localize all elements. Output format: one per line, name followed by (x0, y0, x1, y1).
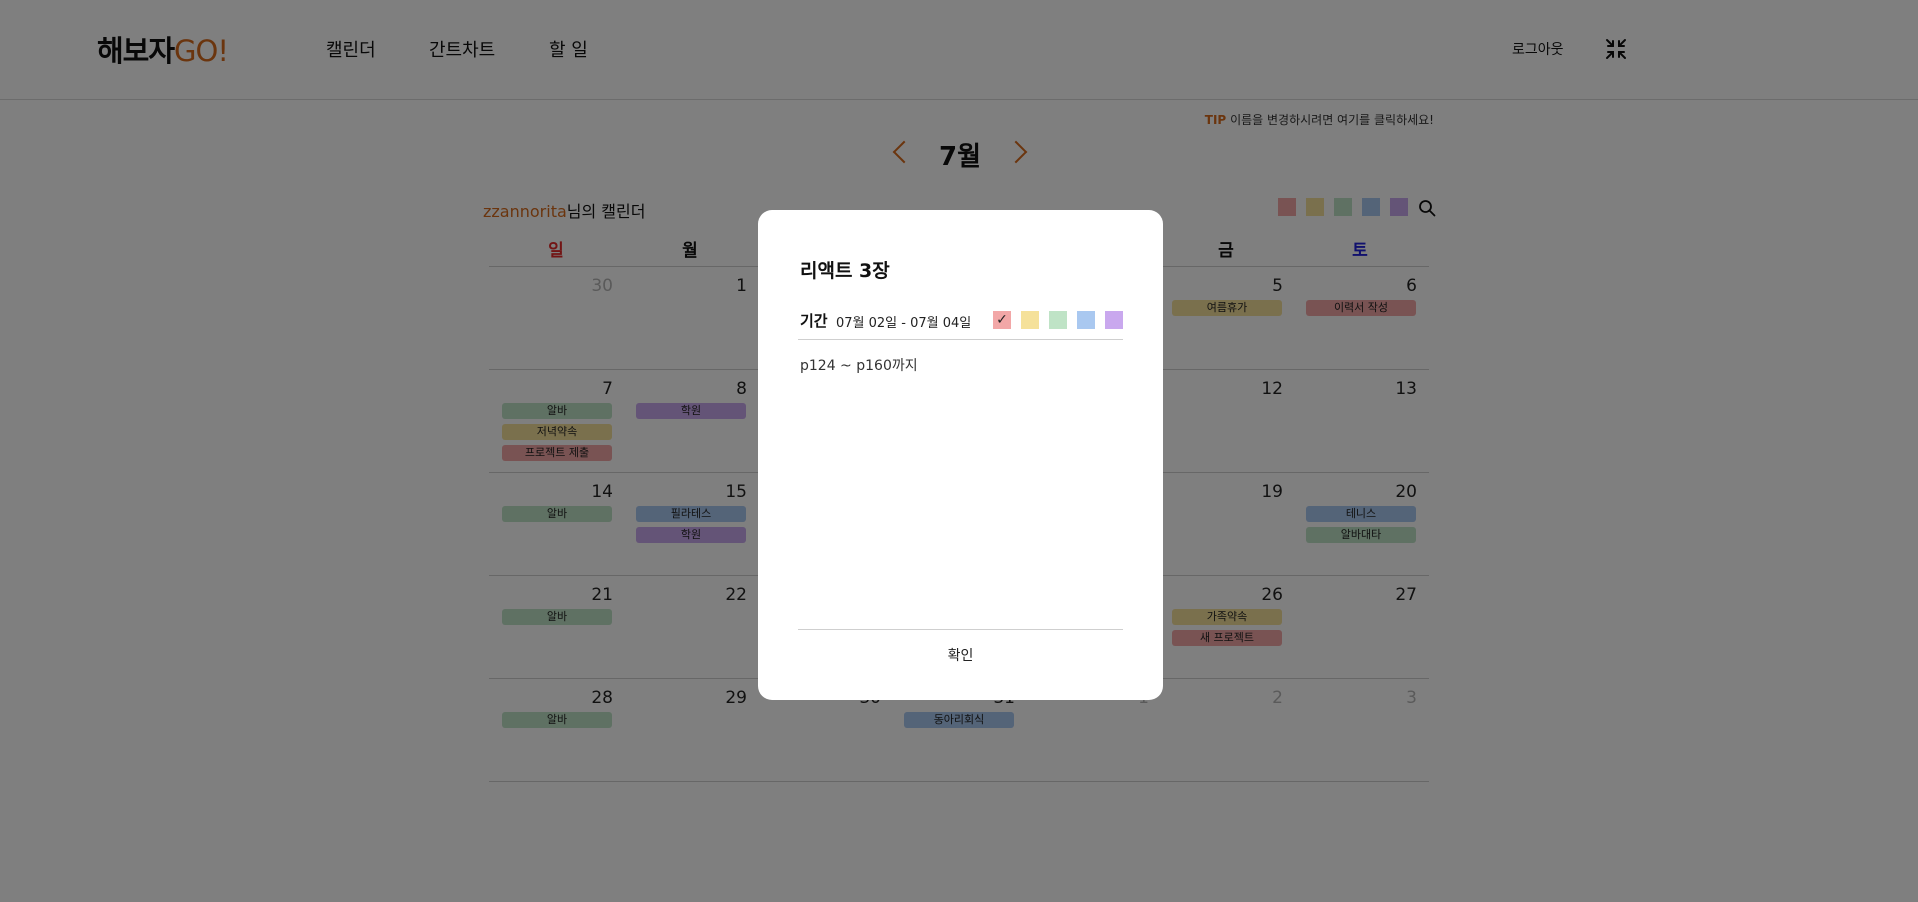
event-color-option-blue[interactable] (1077, 311, 1095, 329)
event-title: 리액트 3장 (800, 260, 890, 282)
confirm-button[interactable]: 확인 (798, 638, 1123, 674)
period-label: 기간 (800, 312, 828, 330)
event-color-option-yellow[interactable] (1021, 311, 1039, 329)
event-color-option-red[interactable]: ✓ (993, 311, 1011, 329)
divider (798, 339, 1123, 340)
event-memo: p124 ~ p160까지 (800, 358, 918, 374)
check-icon: ✓ (996, 312, 1008, 328)
period-value: 07월 02일 - 07월 04일 (836, 316, 972, 331)
event-color-option-green[interactable] (1049, 311, 1067, 329)
event-detail-modal: 리액트 3장 기간 07월 02일 - 07월 04일 ✓ p124 ~ p16… (758, 210, 1163, 700)
divider (798, 629, 1123, 630)
event-color-option-purple[interactable] (1105, 311, 1123, 329)
